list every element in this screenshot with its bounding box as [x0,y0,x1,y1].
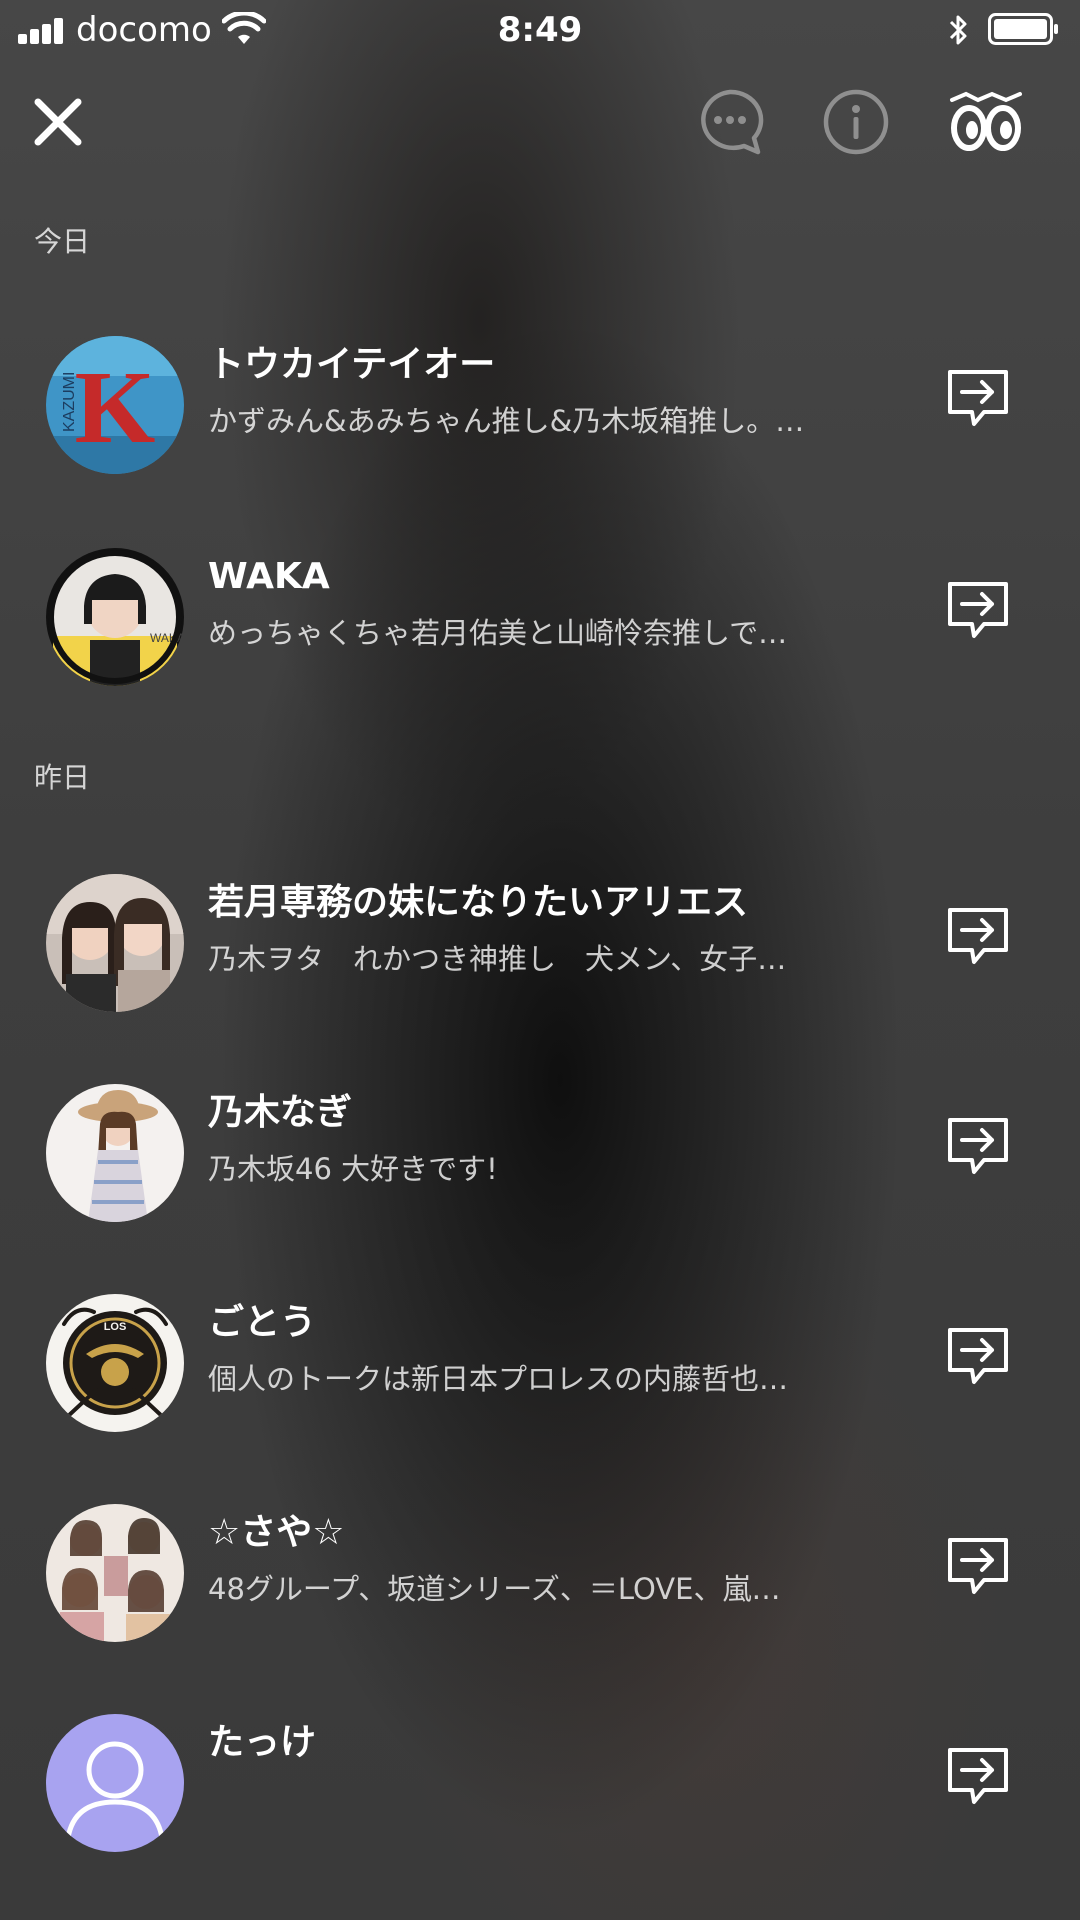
user-name: ごとう [208,1302,317,1343]
user-status: 48グループ、坂道シリーズ、＝LOVE、嵐… [208,1572,781,1606]
user-status: 個人のトークは新日本プロレスの内藤哲也… [208,1362,789,1396]
chat-button[interactable] [688,80,772,164]
user-status: 乃木坂46 大好きです! [208,1152,498,1186]
user-row[interactable]: WAKA WAKA めっちゃくちゃ若月佑美と山崎怜奈推しで… [0,528,1080,698]
share-message-icon [948,908,1008,964]
avatar [46,1084,184,1222]
share-message-icon [948,582,1008,638]
status-bar: docomo 8:49 [0,0,1080,60]
share-button[interactable] [944,576,1012,644]
default-avatar-icon [46,1714,184,1852]
share-button[interactable] [944,1742,1012,1810]
share-button[interactable] [944,902,1012,970]
header [0,80,1080,164]
close-button[interactable] [16,80,100,164]
user-row[interactable]: たっけ [0,1694,1080,1864]
user-status: めっちゃくちゃ若月佑美と山崎怜奈推しで… [208,616,788,650]
info-button[interactable] [814,80,898,164]
user-status: かずみん&あみちゃん推し&乃木坂箱推し。… [208,404,805,438]
share-message-icon [948,1538,1008,1594]
user-row[interactable]: 乃木なぎ 乃木坂46 大好きです! [0,1064,1080,1234]
share-message-icon [948,1118,1008,1174]
avatar: LOS [46,1294,184,1432]
battery-icon [988,12,1060,46]
share-button[interactable] [944,1322,1012,1390]
svg-text:LOS: LOS [104,1321,127,1333]
user-name: トウカイテイオー [208,344,496,385]
share-button[interactable] [944,1532,1012,1600]
user-status: 乃木ヲタ れかつき神推し 犬メン、女子… [208,942,787,976]
user-row[interactable]: LOS ごとう 個人のトークは新日本プロレスの内藤哲也… [0,1274,1080,1444]
user-name: 若月専務の妹になりたいアリエス [208,882,749,923]
screen: docomo 8:49 今日 K KAZUMI トウカイテイオー かずみん&あみ… [0,0,1080,1920]
user-name: たっけ [208,1722,317,1763]
svg-text:KAZUMI: KAZUMI [61,372,78,432]
share-button[interactable] [944,1112,1012,1180]
user-name: 乃木なぎ [208,1092,353,1133]
share-button[interactable] [944,364,1012,432]
user-row[interactable]: ☆さや☆ 48グループ、坂道シリーズ、＝LOVE、嵐… [0,1484,1080,1654]
user-name: ☆さや☆ [208,1512,345,1553]
clock: 8:49 [497,10,583,50]
timeline-eyes-icon [950,91,1022,151]
user-row[interactable]: K KAZUMI トウカイテイオー かずみん&あみちゃん推し&乃木坂箱推し。… [0,316,1080,486]
avatar [46,1504,184,1642]
avatar: K KAZUMI [46,336,184,474]
user-name: WAKA [208,556,330,597]
share-message-icon [948,1748,1008,1804]
chat-bubble-icon [701,89,764,155]
avatar: WAKA [46,548,184,686]
info-icon [823,89,889,155]
share-message-icon [948,370,1008,426]
avatar [46,874,184,1012]
share-message-icon [948,1328,1008,1384]
close-icon [34,98,82,146]
section-label-yesterday: 昨日 [34,761,91,794]
svg-text:K: K [75,350,156,465]
section-label-today: 今日 [34,225,91,258]
user-row[interactable]: 若月専務の妹になりたいアリエス 乃木ヲタ れかつき神推し 犬メン、女子… [0,854,1080,1024]
timeline-button[interactable] [944,80,1028,164]
bluetooth-icon [946,12,972,48]
